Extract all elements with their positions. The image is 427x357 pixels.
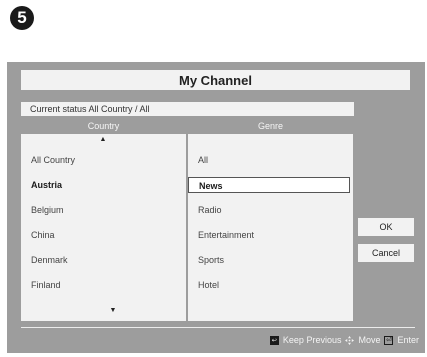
help-bar: ↩ Keep Previous Move ⏎ Enter [269,335,419,345]
country-column-header: Country [87,121,120,131]
move-label: Move [358,335,381,345]
arrow-down-icon[interactable]: ▼ [108,307,118,314]
country-item-all-country[interactable]: All Country [31,153,75,167]
arrow-up-icon[interactable]: ▲ [98,136,108,143]
divider [21,327,415,328]
country-item-belgium[interactable]: Belgium [31,203,64,217]
country-item-denmark[interactable]: Denmark [31,253,68,267]
genre-item-news[interactable]: News [188,177,350,193]
four-way-arrow-icon [345,335,355,345]
my-channel-dialog: My Channel Current status All Country / … [7,62,425,353]
country-item-austria[interactable]: Austria [31,178,62,192]
enter-label: Enter [397,335,419,345]
enter-icon: ⏎ [384,335,394,345]
genre-item-radio[interactable]: Radio [198,203,222,217]
genre-item-entertainment[interactable]: Entertainment [198,228,254,242]
genre-item-hotel[interactable]: Hotel [198,278,219,292]
country-item-finland[interactable]: Finland [31,278,61,292]
dialog-title: My Channel [21,70,410,90]
keep-previous-label: Keep Previous [282,335,342,345]
current-status-text: Current status All Country / All [21,102,354,116]
genre-item-all[interactable]: All [198,153,208,167]
country-list[interactable]: ▲ All Country Austria Belgium China Denm… [21,134,186,321]
genre-item-sports[interactable]: Sports [198,253,224,267]
return-icon: ↩ [269,335,279,345]
ok-button[interactable]: OK [358,218,414,236]
genre-list[interactable]: All News Radio Entertainment Sports Hote… [188,134,353,321]
cancel-button[interactable]: Cancel [358,244,414,262]
genre-column-header: Genre [257,121,283,131]
country-item-china[interactable]: China [31,228,55,242]
step-number-badge: 5 [10,6,34,30]
